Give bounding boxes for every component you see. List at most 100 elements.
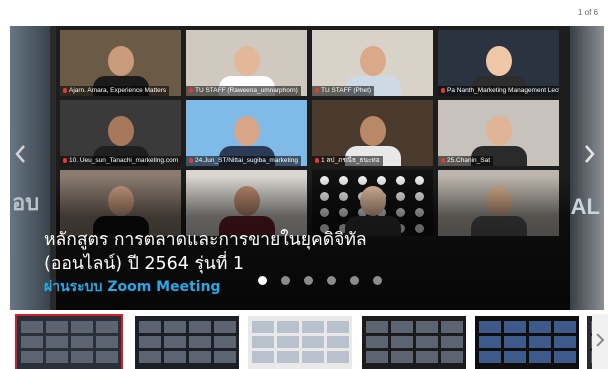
slide-title: หลักสูตร การตลาดและการขายในยุคดิจิทัล (อ… [44, 228, 404, 276]
thumbnail-tile [391, 321, 413, 333]
pagination-dots [258, 276, 396, 286]
slide-title-line-1: หลักสูตร การตลาดและการขายในยุคดิจิทัล [44, 230, 367, 250]
participant-tile: 24.Jun_ST/Nittai_sugiba_marketing [186, 100, 307, 166]
thumbnail-tile [504, 351, 526, 363]
thumbnail-tile [277, 351, 299, 363]
thumbnail-tile [416, 336, 438, 348]
thumbnail-tile [46, 351, 68, 363]
thumbnail-tile [504, 321, 526, 333]
thumbnail-tile [327, 321, 349, 333]
muted-mic-icon [315, 87, 319, 93]
thumbnail-tile [277, 321, 299, 333]
thumbnail-tile [214, 321, 236, 333]
thumbnail-tile [252, 336, 274, 348]
thumbnail-tile [96, 351, 118, 363]
thumbnail-tile [71, 336, 93, 348]
pagination-dot[interactable] [327, 276, 336, 285]
thumbnail-tile [302, 336, 324, 348]
thumbnail-tile [366, 321, 388, 333]
thumbnail-tile [252, 351, 274, 363]
thumbnail-tile [554, 351, 576, 363]
thumbnail-strip [15, 314, 608, 369]
participant-name-text: 25.Chanin_Sat [447, 157, 491, 164]
thumbnail-tile [479, 321, 501, 333]
participant-name-text: TU STAFF (Raweena_umnarphorn) [195, 87, 298, 94]
thumbnail-tile [189, 351, 211, 363]
participant-tile: 1 ลป_ภรณีธ_ธนะทอ [312, 100, 433, 166]
pagination-dot[interactable] [350, 276, 359, 285]
muted-mic-icon [63, 157, 67, 163]
participant-tile: TU STAFF (Raweena_umnarphorn) [186, 30, 307, 96]
participant-name-text: Ajarn. Amara, Experience Matters [69, 87, 167, 94]
thumbnail-tile [139, 336, 161, 348]
chevron-right-icon[interactable] [582, 144, 596, 164]
thumbnail-tile [139, 321, 161, 333]
thumbnail-tile [71, 351, 93, 363]
thumbnail-tile [479, 336, 501, 348]
muted-mic-icon [441, 87, 445, 93]
muted-mic-icon [189, 157, 193, 163]
pagination-dot[interactable] [258, 276, 267, 285]
thumbnail-tile [504, 336, 526, 348]
thumbnail-tile [46, 321, 68, 333]
thumbnail-tile [214, 336, 236, 348]
next-slide-peek[interactable]: AL [570, 26, 604, 310]
thumbnail-1[interactable] [15, 314, 123, 369]
slide-title-line-2: (ออนไลน์) ปี 2564 รุ่นที่ 1 [44, 254, 245, 274]
thumbnail-2[interactable] [135, 316, 239, 369]
thumbnail-tile [366, 336, 388, 348]
participant-tile: TU STAFF (Phet) [312, 30, 433, 96]
thumbnail-tile [479, 351, 501, 363]
participant-face [486, 46, 512, 76]
slide-subtitle: ผ่านระบบ Zoom Meeting [44, 279, 221, 295]
participant-face [108, 116, 134, 146]
thumbnail-tile [416, 351, 438, 363]
pagination-dot[interactable] [304, 276, 313, 285]
thumbnail-tile [554, 321, 576, 333]
thumbnail-tile [96, 336, 118, 348]
pagination-dot[interactable] [281, 276, 290, 285]
participant-face [108, 46, 134, 76]
participant-name-text: Pa Nanth_Marketing Management Lecturer [447, 87, 559, 94]
participant-name: 25.Chanin_Sat [438, 156, 494, 166]
participant-name: 24.Jun_ST/Nittai_sugiba_marketing [186, 156, 301, 166]
thumbnail-tile [441, 336, 463, 348]
thumbnail-tile [46, 336, 68, 348]
thumbnail-tile [21, 321, 43, 333]
participant-name-text: 10. Ueu_sun_Tanachi_marketing.com [69, 157, 179, 164]
thumbnail-3[interactable] [248, 316, 352, 369]
participant-face [360, 116, 386, 146]
thumbnail-tile [189, 321, 211, 333]
participant-name-text: 24.Jun_ST/Nittai_sugiba_marketing [195, 157, 298, 164]
thumbnail-tile [164, 351, 186, 363]
participant-tile: 25.Chanin_Sat [438, 100, 559, 166]
thumbnail-tile [21, 351, 43, 363]
muted-mic-icon [441, 157, 445, 163]
participant-name-text: 1 ลป_ภรณีธ_ธนะทอ [321, 157, 380, 164]
thumbnail-tile [277, 336, 299, 348]
thumbnail-tile [164, 321, 186, 333]
participant-name: Ajarn. Amara, Experience Matters [60, 86, 170, 96]
muted-mic-icon [189, 87, 193, 93]
thumbnail-strip-next[interactable] [592, 314, 608, 369]
chevron-left-icon[interactable] [14, 144, 28, 164]
participant-name: Pa Nanth_Marketing Management Lecturer [438, 86, 559, 96]
thumbnail-4[interactable] [362, 316, 466, 369]
previous-slide-text: อบ [12, 190, 40, 215]
participant-tile: Ajarn. Amara, Experience Matters [60, 30, 181, 96]
muted-mic-icon [315, 157, 319, 163]
thumbnail-tile [302, 351, 324, 363]
thumbnail-5[interactable] [475, 316, 579, 369]
thumbnail-tile [96, 321, 118, 333]
participant-face [234, 46, 260, 76]
participant-name: 10. Ueu_sun_Tanachi_marketing.com [60, 156, 181, 166]
thumbnail-tile [21, 336, 43, 348]
pagination-dot[interactable] [373, 276, 382, 285]
next-slide-text: AL [570, 194, 600, 219]
participant-name-text: TU STAFF (Phet) [321, 87, 372, 94]
thumbnail-tile [529, 321, 551, 333]
chevron-right-icon[interactable] [595, 332, 605, 348]
thumbnail-tile [71, 321, 93, 333]
participant-name: TU STAFF (Phet) [312, 86, 375, 96]
thumbnail-tile [252, 321, 274, 333]
